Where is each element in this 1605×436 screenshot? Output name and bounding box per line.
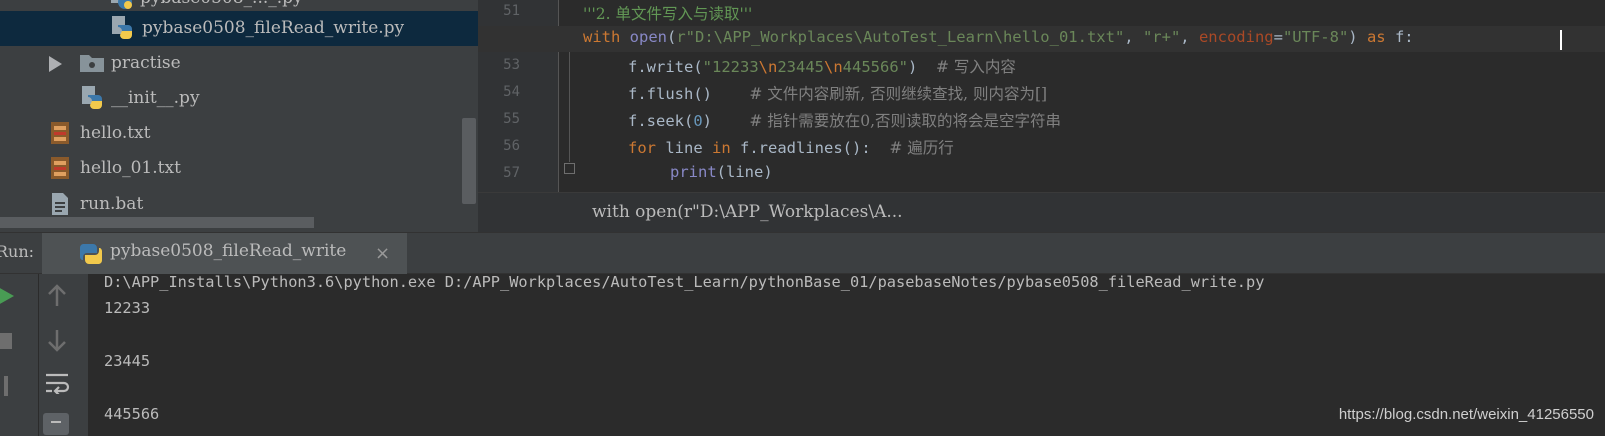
python-icon (78, 241, 104, 271)
number: 0 (693, 112, 703, 130)
string: "UTF-8" (1282, 28, 1349, 46)
close-icon[interactable]: × (375, 243, 390, 264)
code-line-56: for line in f.readlines(): # 遍历行 (628, 136, 954, 158)
soft-wrap-icon[interactable] (44, 372, 70, 398)
code: (line) (716, 163, 773, 181)
builtin: print (670, 163, 717, 181)
punct: = (1273, 28, 1283, 46)
run-tab-label: pybase0508_fileRead_write (110, 241, 347, 261)
code-line-52: with open(r"D:\APP_Workplaces\AutoTest_L… (478, 26, 1605, 52)
text-file-icon (48, 155, 72, 186)
line-number: 51 (503, 3, 520, 19)
tree-vertical-scrollbar[interactable] (462, 118, 476, 204)
line-number: 53 (503, 57, 520, 73)
code-line-53: f.write("12233\n23445\n445566") # 写入内容 (628, 55, 1016, 77)
tree-item-hello-txt[interactable]: hello.txt (0, 116, 478, 151)
keyword: with (583, 28, 621, 46)
editor-breadcrumb[interactable]: with open(r"D:\APP_Workplaces\A... (478, 192, 1605, 232)
punct: ( (667, 28, 677, 46)
run-config-tab[interactable]: pybase0508_fileRead_write × (42, 233, 407, 274)
console-command-line: D:\APP_Installs\Python3.6\python.exe D:/… (104, 273, 1265, 291)
punct: ) (1348, 28, 1358, 46)
console-output-line: 445566 (104, 405, 160, 423)
line-number: 56 (503, 138, 520, 154)
tree-item-hello-01-txt[interactable]: hello_01.txt (0, 151, 478, 186)
keyword: as (1357, 28, 1395, 46)
code: line (656, 139, 712, 157)
breadcrumb-label[interactable]: with open(r"D:\APP_Workplaces\A... (592, 202, 903, 222)
code-line-54: f.flush() # 文件内容刷新, 否则继续查找, 则内容为[] (628, 82, 1047, 104)
punct: , (1180, 28, 1199, 46)
code: f.write( (628, 58, 703, 76)
console-output-line: 12233 (104, 299, 151, 317)
project-tree-panel: pybase0508_..._.py pybase0508_fileRead_w… (0, 0, 478, 232)
console-output-line: 23445 (104, 352, 151, 370)
pause-icon[interactable] (0, 376, 12, 400)
python-file-icon (80, 85, 106, 116)
code-line-57: print(line) (670, 163, 773, 181)
builtin: open (629, 28, 667, 46)
toolbar-divider (38, 274, 39, 436)
comment: # 遍历行 (889, 139, 954, 157)
escape: \n (758, 58, 778, 76)
expand-arrow-icon[interactable] (49, 56, 62, 72)
identifier: f: (1394, 28, 1414, 46)
keyword: for (628, 139, 656, 157)
code: ) (702, 112, 750, 130)
code: f.seek( (628, 112, 694, 130)
text-file-icon (48, 120, 72, 151)
rerun-play-icon[interactable] (0, 286, 16, 310)
code-editor[interactable]: 51 52 53 54 55 56 57 '''2. 单文件写入与读取''' w… (478, 0, 1605, 232)
arrow-up-icon[interactable] (46, 284, 68, 312)
python-file-icon (110, 15, 136, 46)
fold-guide (569, 44, 570, 162)
code: ) (908, 58, 936, 76)
string: 23445 (777, 58, 824, 76)
text-caret (1560, 30, 1562, 50)
fold-end-icon[interactable] (564, 163, 575, 174)
stop-icon[interactable] (0, 332, 14, 354)
code: f.readlines(): (730, 139, 890, 157)
param: encoding (1198, 28, 1274, 46)
punct: , (1124, 28, 1143, 46)
line-number: 55 (503, 111, 520, 127)
tree-item-label: practise (111, 53, 181, 73)
tree-item-label: hello.txt (80, 123, 151, 143)
comment: # 指针需要放在0,否则读取的将会是空字符串 (749, 112, 1062, 130)
line-number: 57 (503, 165, 520, 181)
tree-item-label: pybase0508_fileRead_write.py (142, 18, 405, 38)
tree-item-label: __init__.py (111, 88, 200, 108)
scroll-to-end-icon[interactable] (42, 412, 70, 436)
run-tab-bar: Run: pybase0508_fileRead_write × (0, 232, 1605, 274)
escape: \n (824, 58, 843, 76)
tree-item-init[interactable]: __init__.py (0, 81, 478, 116)
folder-icon (79, 53, 105, 78)
run-panel-label: Run: (0, 242, 35, 261)
tree-item-label: pybase0508_..._.py (140, 0, 303, 8)
code-line-51: '''2. 单文件写入与读取''' (583, 2, 752, 24)
tree-horizontal-scrollbar[interactable] (0, 217, 314, 228)
string: r"D:\APP_Workplaces\AutoTest_Learn\hello… (676, 28, 1125, 46)
comment: # 写入内容 (936, 58, 1016, 76)
docstring: '''2. 单文件写入与读取''' (583, 5, 753, 23)
string: "12233 (702, 58, 759, 76)
tree-item-pybase0508[interactable]: pybase0508_fileRead_write.py (0, 11, 478, 46)
tree-item-run-bat[interactable]: run.bat (0, 186, 478, 221)
tree-item-practise[interactable]: practise (0, 46, 478, 81)
string: "r+" (1142, 28, 1181, 46)
tree-item-label: run.bat (80, 194, 144, 214)
line-number: 54 (503, 84, 520, 100)
tree-item-label: hello_01.txt (80, 158, 181, 178)
arrow-down-icon[interactable] (46, 328, 68, 356)
run-toolbar (0, 274, 88, 436)
code: f.flush() (628, 85, 750, 103)
blog-watermark: https://blog.csdn.net/weixin_41256550 (1338, 406, 1594, 423)
code-line-55: f.seek(0) # 指针需要放在0,否则读取的将会是空字符串 (628, 109, 1061, 131)
comment: # 文件内容刷新, 否则继续查找, 则内容为[] (749, 85, 1048, 103)
string: 445566" (842, 58, 908, 76)
keyword: in (712, 139, 731, 157)
